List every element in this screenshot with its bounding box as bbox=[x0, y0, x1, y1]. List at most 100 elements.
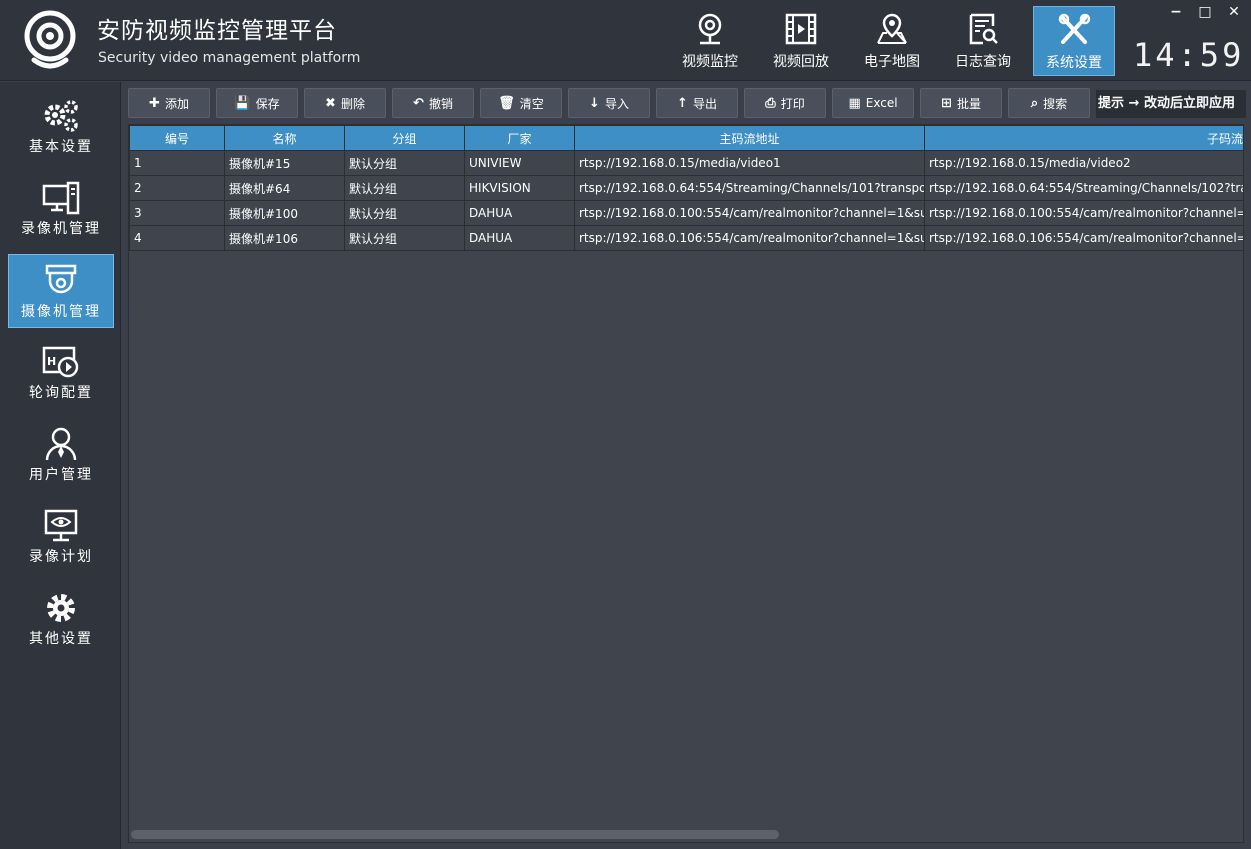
cell-main-stream[interactable]: rtsp://192.168.0.15/media/video1 bbox=[574, 150, 925, 176]
add-button-label: 添加 bbox=[164, 96, 189, 111]
horizontal-scrollbar[interactable] bbox=[131, 830, 779, 839]
search-button[interactable]: ⌕ 搜索 bbox=[1008, 88, 1090, 118]
nav-video-monitor[interactable]: 视频监控 bbox=[669, 6, 751, 76]
hd-play-icon: H bbox=[42, 346, 79, 378]
table-row[interactable]: 4 摄像机#106 默认分组 DAHUA rtsp://192.168.0.10… bbox=[129, 225, 1243, 251]
nav-label: 视频监控 bbox=[682, 54, 738, 70]
import-button-label: 导入 bbox=[604, 96, 629, 111]
cell-vendor[interactable]: HIKVISION bbox=[464, 175, 575, 201]
cell-name[interactable]: 摄像机#64 bbox=[224, 175, 345, 201]
tools-icon bbox=[1058, 13, 1091, 44]
toolbar: ✚ 添加 💾 保存 ✖ 删除 ↶ 撤销 🗑 清空 ↓ 导入 ↑ 导出 ⎙ 打印 ▦ Excel ⊞… bbox=[122, 82, 1251, 122]
column-header-vendor[interactable]: 厂家 bbox=[464, 125, 575, 151]
arrow-up-icon: ↑ bbox=[677, 95, 688, 111]
column-header-sub-stream[interactable]: 子码流地址 bbox=[924, 125, 1243, 151]
excel-file-icon: ▦ bbox=[848, 95, 861, 111]
webcam-logo-icon bbox=[24, 10, 76, 69]
sidebar-item-nvr-management[interactable]: 录像机管理 bbox=[8, 172, 114, 246]
nvr-icon bbox=[42, 181, 80, 215]
delete-button[interactable]: ✖ 删除 bbox=[304, 88, 386, 118]
cell-name[interactable]: 摄像机#100 bbox=[224, 200, 345, 226]
sidebar-item-camera-management[interactable]: 摄像机管理 bbox=[8, 254, 114, 328]
cell-sub-stream[interactable]: rtsp://192.168.0.106:554/cam/realmonitor… bbox=[924, 225, 1243, 251]
export-button[interactable]: ↑ 导出 bbox=[656, 88, 738, 118]
undo-button-label: 撤销 bbox=[428, 96, 453, 111]
app-subtitle: Security video management platform bbox=[98, 50, 361, 66]
nav-label: 系统设置 bbox=[1046, 55, 1102, 71]
sidebar-item-label: 用户管理 bbox=[29, 467, 93, 483]
plus-icon: ✚ bbox=[149, 95, 160, 111]
column-header-group[interactable]: 分组 bbox=[344, 125, 465, 151]
excel-button[interactable]: ▦ Excel bbox=[832, 88, 914, 118]
sidebar-item-label: 录像计划 bbox=[29, 549, 93, 565]
cell-group[interactable]: 默认分组 bbox=[344, 200, 465, 226]
cell-id[interactable]: 4 bbox=[129, 225, 225, 251]
sidebar: 基本设置 录像机管理 摄像机管理 H 轮询配置 用户管理 录像计划 其他设置 bbox=[0, 82, 121, 849]
import-button[interactable]: ↓ 导入 bbox=[568, 88, 650, 118]
sidebar-item-user-management[interactable]: 用户管理 bbox=[8, 418, 114, 492]
clock: 14:59:38 bbox=[1133, 36, 1251, 74]
sidebar-item-polling-config[interactable]: H 轮询配置 bbox=[8, 336, 114, 410]
printer-icon: ⎙ bbox=[765, 95, 776, 111]
table-row[interactable]: 2 摄像机#64 默认分组 HIKVISION rtsp://192.168.0… bbox=[129, 175, 1243, 201]
trash-icon: 🗑 bbox=[498, 95, 515, 111]
column-header-main-stream[interactable]: 主码流地址 bbox=[574, 125, 925, 151]
camera-table[interactable]: 编号 名称 分组 厂家 主码流地址 子码流地址 1 摄像机#15 默认分组 UN… bbox=[128, 124, 1244, 843]
log-search-icon bbox=[969, 13, 998, 45]
minimize-button[interactable]: − bbox=[1166, 4, 1186, 22]
app-title: 安防视频监控管理平台 bbox=[97, 18, 337, 44]
batch-button[interactable]: ⊞ 批量 bbox=[920, 88, 1002, 118]
sidebar-item-basic-settings[interactable]: 基本设置 bbox=[8, 90, 114, 164]
app-header: 安防视频监控管理平台 Security video management pla… bbox=[0, 0, 1251, 81]
export-button-label: 导出 bbox=[692, 96, 717, 111]
cell-main-stream[interactable]: rtsp://192.168.0.100:554/cam/realmonitor… bbox=[574, 200, 925, 226]
sidebar-item-recording-plan[interactable]: 录像计划 bbox=[8, 500, 114, 574]
plus-square-icon: ⊞ bbox=[941, 95, 952, 111]
x-icon: ✖ bbox=[325, 95, 336, 111]
table-row[interactable]: 1 摄像机#15 默认分组 UNIVIEW rtsp://192.168.0.1… bbox=[129, 150, 1243, 176]
close-button[interactable]: ✕ bbox=[1224, 4, 1244, 22]
column-header-id[interactable]: 编号 bbox=[129, 125, 225, 151]
cell-vendor[interactable]: DAHUA bbox=[464, 200, 575, 226]
nav-log-query[interactable]: 日志查询 bbox=[942, 6, 1024, 76]
monitor-eye-icon bbox=[44, 509, 78, 542]
save-button[interactable]: 💾 保存 bbox=[216, 88, 298, 118]
svg-text:H: H bbox=[47, 355, 56, 368]
cell-main-stream[interactable]: rtsp://192.168.0.64:554/Streaming/Channe… bbox=[574, 175, 925, 201]
cell-vendor[interactable]: UNIVIEW bbox=[464, 150, 575, 176]
cell-sub-stream[interactable]: rtsp://192.168.0.15/media/video2 bbox=[924, 150, 1243, 176]
gear-icon bbox=[47, 594, 75, 622]
dome-camera-icon bbox=[45, 264, 77, 294]
cell-id[interactable]: 1 bbox=[129, 150, 225, 176]
clear-button[interactable]: 🗑 清空 bbox=[480, 88, 562, 118]
nav-e-map[interactable]: 电子地图 bbox=[851, 6, 933, 76]
cell-name[interactable]: 摄像机#106 bbox=[224, 225, 345, 251]
excel-button-label: Excel bbox=[865, 96, 898, 110]
sidebar-item-label: 基本设置 bbox=[29, 139, 93, 155]
maximize-button[interactable]: □ bbox=[1195, 4, 1215, 22]
save-button-label: 保存 bbox=[255, 96, 280, 111]
cell-vendor[interactable]: DAHUA bbox=[464, 225, 575, 251]
cell-id[interactable]: 2 bbox=[129, 175, 225, 201]
column-header-name[interactable]: 名称 bbox=[224, 125, 345, 151]
nav-video-playback[interactable]: 视频回放 bbox=[760, 6, 842, 76]
batch-button-label: 批量 bbox=[956, 96, 981, 111]
cell-name[interactable]: 摄像机#15 bbox=[224, 150, 345, 176]
nav-label: 电子地图 bbox=[864, 54, 920, 70]
cell-sub-stream[interactable]: rtsp://192.168.0.64:554/Streaming/Channe… bbox=[924, 175, 1243, 201]
table-row[interactable]: 3 摄像机#100 默认分组 DAHUA rtsp://192.168.0.10… bbox=[129, 200, 1243, 226]
cell-group[interactable]: 默认分组 bbox=[344, 175, 465, 201]
print-button[interactable]: ⎙ 打印 bbox=[744, 88, 826, 118]
cell-group[interactable]: 默认分组 bbox=[344, 225, 465, 251]
nav-label: 视频回放 bbox=[773, 54, 829, 70]
cell-main-stream[interactable]: rtsp://192.168.0.106:554/cam/realmonitor… bbox=[574, 225, 925, 251]
cell-group[interactable]: 默认分组 bbox=[344, 150, 465, 176]
arrow-down-icon: ↓ bbox=[589, 95, 600, 111]
cell-id[interactable]: 3 bbox=[129, 200, 225, 226]
undo-button[interactable]: ↶ 撤销 bbox=[392, 88, 474, 118]
cell-sub-stream[interactable]: rtsp://192.168.0.100:554/cam/realmonitor… bbox=[924, 200, 1243, 226]
search-icon: ⌕ bbox=[1030, 95, 1039, 111]
nav-system-settings[interactable]: 系统设置 bbox=[1033, 6, 1115, 76]
sidebar-item-other-settings[interactable]: 其他设置 bbox=[8, 582, 114, 656]
add-button[interactable]: ✚ 添加 bbox=[128, 88, 210, 118]
